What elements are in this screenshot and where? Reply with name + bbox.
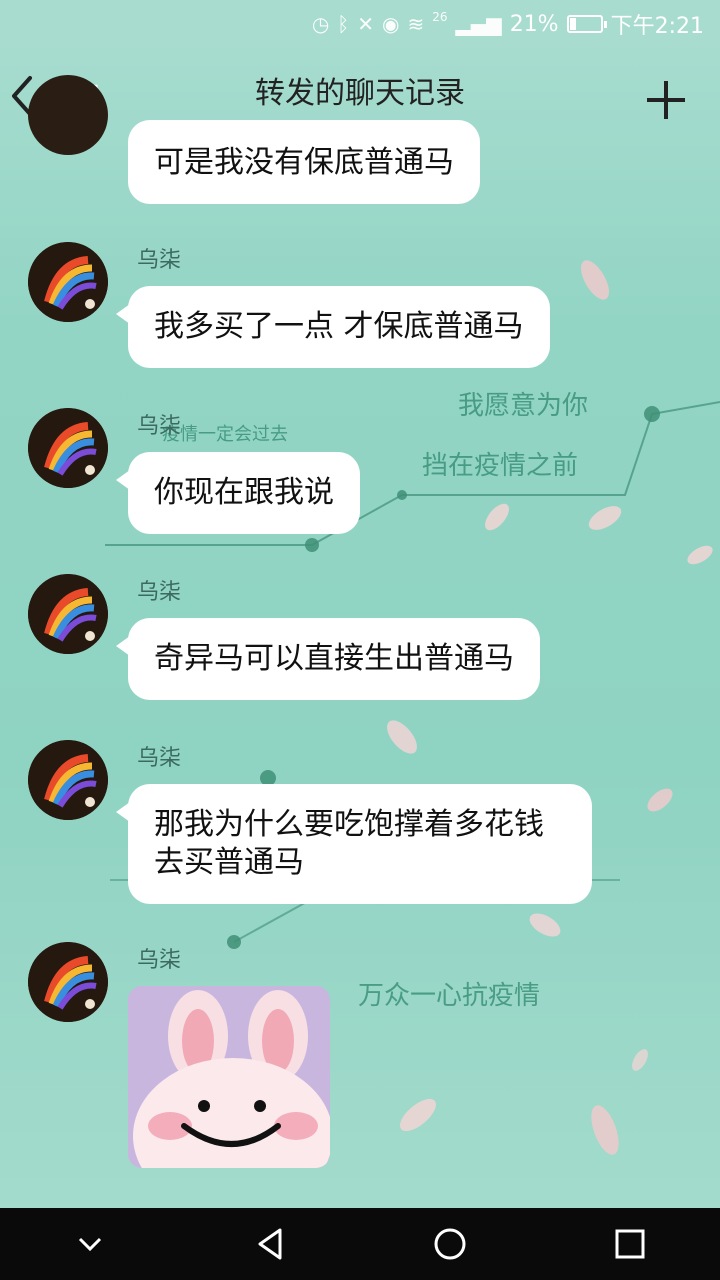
signal-icon: ▂▄▆	[455, 12, 502, 36]
sticker-message[interactable]	[128, 986, 330, 1168]
page-title: 转发的聊天记录	[255, 76, 465, 111]
background-text: 万众一心抗疫情	[358, 981, 541, 1011]
message-bubble[interactable]: 奇异马可以直接生出普通马	[116, 618, 540, 700]
avatar[interactable]	[28, 574, 108, 654]
avatar[interactable]	[28, 242, 108, 322]
avatar-image	[28, 740, 108, 820]
avatar-image	[28, 942, 108, 1022]
clock: 下午2:21	[610, 14, 704, 39]
navigation-bar	[0, 1208, 720, 1280]
status-bar: ◷ ᛒ ✕ ◉ ≋ 26 ▂▄▆ 21% 下午2:21	[0, 0, 720, 48]
avatar-image	[28, 242, 108, 322]
message-bubble[interactable]: 可是我没有保底普通马	[128, 120, 480, 204]
avatar[interactable]	[28, 75, 108, 155]
mute-icon: ✕	[357, 12, 375, 36]
message-bubble[interactable]: 我多买了一点 才保底普通马	[116, 286, 550, 368]
avatar[interactable]	[28, 942, 108, 1022]
wifi-icon: ≋	[407, 12, 425, 36]
avatar[interactable]	[28, 740, 108, 820]
avatar-image	[28, 574, 108, 654]
bluetooth-icon: ᛒ	[337, 12, 350, 36]
alarm-icon: ◷	[311, 12, 330, 36]
battery-fill	[569, 18, 577, 30]
battery-icon	[566, 15, 607, 33]
plus-icon[interactable]	[644, 78, 688, 122]
battery-percent: 21%	[509, 11, 559, 37]
sender-name: 乌柒	[137, 746, 182, 771]
background-text: 我愿意为你	[458, 391, 589, 421]
bunny-face-icon	[128, 986, 330, 1168]
sender-name: 乌柒	[137, 580, 182, 605]
avatar[interactable]	[28, 408, 108, 488]
eye-icon: ◉	[382, 12, 400, 36]
background-text: 挡在疫情之前	[422, 451, 579, 481]
sender-name: 乌柒	[137, 414, 182, 439]
sender-name: 乌柒	[137, 248, 182, 273]
message-bubble[interactable]: 那我为什么要吃饱撑着多花钱去买普通马	[116, 784, 592, 904]
home-circle-icon[interactable]	[432, 1226, 468, 1262]
network-label: 26	[432, 10, 448, 24]
sender-name: 乌柒	[137, 948, 182, 973]
avatar-image	[28, 408, 108, 488]
back-triangle-icon[interactable]	[252, 1226, 288, 1262]
message-bubble[interactable]: 你现在跟我说	[116, 452, 360, 534]
chevron-down-icon[interactable]	[72, 1226, 108, 1262]
recents-square-icon[interactable]	[612, 1226, 648, 1262]
